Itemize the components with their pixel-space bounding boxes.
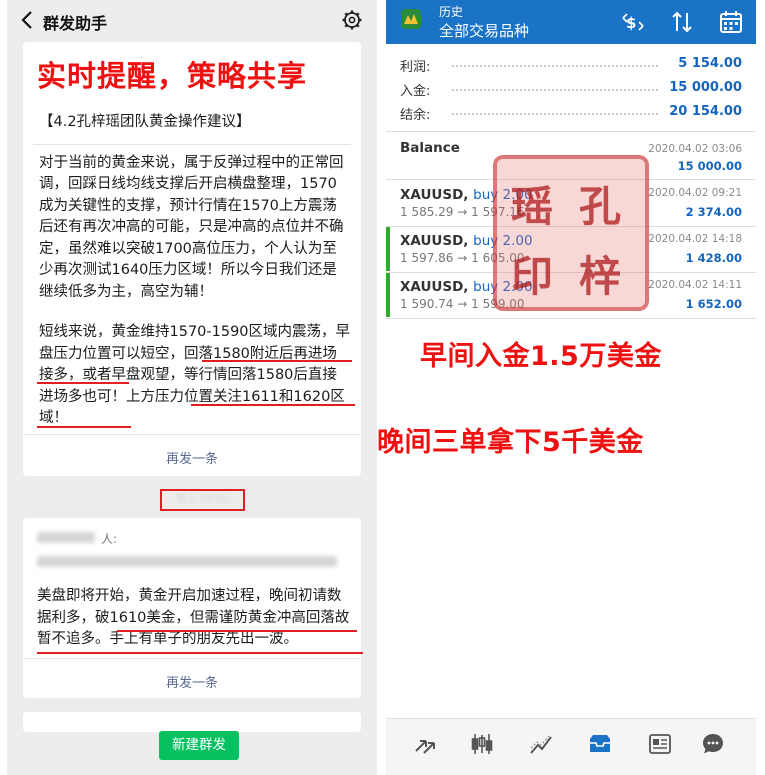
- blurred-recipients: [37, 556, 337, 567]
- promo-caption: 晚间三单拿下5千美金: [377, 427, 644, 458]
- message-card: [23, 712, 361, 732]
- message-body: 美盘即将开始，黄金开启加速过程，晚间初请数据利多，破1610美金，但需谨防黄金冲…: [37, 588, 350, 647]
- profit: 1 428.00: [685, 251, 742, 265]
- dotted-leader: [452, 89, 658, 91]
- message-body: 【4.2孔梓瑶团队黄金操作建议】 对于当前的黄金来说，属于反弹过程中的正常回调，…: [39, 112, 351, 449]
- summary-value: 5 154.00: [678, 56, 742, 71]
- seal-stamp: 孔 梓 瑶 印: [493, 155, 649, 311]
- message-title: 【4.2孔梓瑶团队黄金操作建议】: [39, 114, 251, 130]
- stamp-character: 瑶: [511, 182, 554, 231]
- divider: [386, 131, 756, 132]
- header-subtitle: 历史: [439, 5, 464, 19]
- metatrader-logo-icon[interactable]: [400, 8, 422, 30]
- amount: 15 000.00: [677, 159, 742, 173]
- calendar-icon[interactable]: [718, 9, 744, 35]
- time-label: 晚上 20:50: [176, 494, 229, 505]
- page-title: 群发助手: [43, 14, 108, 33]
- highlight-underline: [191, 404, 355, 406]
- time-separator: 晚上 20:50: [160, 489, 245, 511]
- bottom-nav: [386, 718, 756, 775]
- divider: [23, 434, 361, 435]
- highlight-underline: [117, 630, 357, 632]
- summary-label: 结余:: [400, 108, 431, 123]
- analytics-icon[interactable]: [528, 731, 554, 757]
- stamp-character: 印: [511, 252, 554, 301]
- trade-icon[interactable]: [412, 731, 438, 757]
- summary-row: 入金: 15 000.00: [400, 80, 742, 100]
- balance-label: Balance: [400, 140, 460, 156]
- sort-icon[interactable]: [669, 9, 695, 35]
- highlight-underline: [37, 382, 129, 384]
- profit: 1 652.00: [685, 297, 742, 311]
- timestamp: 2020.04.02 14:11: [648, 279, 742, 291]
- header-title[interactable]: 全部交易品种: [439, 20, 529, 41]
- summary-value: 20 154.00: [669, 104, 742, 119]
- message-paragraph: 对于当前的黄金来说，属于反弹过程中的正常回调，回踩日线均线支撑后开启横盘整理，1…: [39, 154, 344, 300]
- highlight-underline: [37, 652, 363, 654]
- gear-icon[interactable]: [341, 9, 363, 31]
- summary-row: 结余: 20 154.00: [400, 104, 742, 124]
- dotted-leader: [452, 113, 658, 115]
- news-icon[interactable]: [647, 731, 673, 757]
- message-card: 【4.2孔梓瑶团队黄金操作建议】 对于当前的黄金来说，属于反弹过程中的正常回调，…: [23, 42, 361, 476]
- timestamp: 2020.04.02 14:18: [648, 233, 742, 245]
- back-arrow-icon[interactable]: [17, 8, 39, 32]
- recipient-label: 人:: [101, 532, 118, 546]
- summary-label: 入金:: [400, 84, 431, 99]
- svg-text:$: $: [626, 14, 636, 32]
- wechat-broadcast-panel: 群发助手 【4.2孔梓瑶团队黄金操作建议】 对于当前的黄金来说，属于反弹过程中的…: [7, 0, 377, 775]
- promo-heading: 实时提醒，策略共享: [37, 59, 308, 93]
- dotted-leader: [452, 65, 658, 67]
- app-header: 历史 全部交易品种 $: [386, 0, 756, 44]
- stamp-character: 梓: [579, 252, 622, 301]
- header-bar: 群发助手: [7, 0, 377, 40]
- promo-caption: 早间入金1.5万美金: [420, 341, 662, 372]
- stamp-character: 孔: [579, 182, 622, 231]
- timestamp: 2020.04.02 09:21: [648, 187, 742, 199]
- summary-value: 15 000.00: [669, 80, 742, 95]
- profit: 2 374.00: [685, 205, 742, 219]
- symbol-text: XAUUSD,: [400, 279, 469, 295]
- message-card: 人: 美盘即将开始，黄金开启加速过程，晚间初请数据利多，破1610美金，但需谨防…: [23, 518, 361, 698]
- new-broadcast-button[interactable]: 新建群发: [159, 731, 239, 760]
- highlight-underline: [37, 426, 131, 428]
- summary-row: 利润: 5 154.00: [400, 56, 742, 76]
- chat-icon[interactable]: [700, 731, 726, 757]
- blurred-recipients: [37, 532, 95, 543]
- open-trade-marker: [386, 227, 390, 271]
- message-paragraph: 短线来说，黄金维持1570-1590区域内震荡，早盘压力位置可以短空，回落158…: [39, 324, 351, 426]
- open-trade-marker: [386, 273, 390, 317]
- mt4-history-panel: 历史 全部交易品种 $ 利润: 5 154.00 入金: 15 000.00 结…: [386, 0, 756, 775]
- divider: [23, 658, 361, 659]
- timestamp: 2020.04.02 03:06: [648, 143, 742, 155]
- resend-link[interactable]: 再发一条: [23, 448, 361, 467]
- currency-exchange-icon[interactable]: $: [620, 9, 646, 35]
- history-icon[interactable]: [587, 731, 613, 757]
- chart-icon[interactable]: [469, 731, 495, 757]
- symbol-text: XAUUSD,: [400, 233, 469, 249]
- summary-label: 利润:: [400, 60, 431, 75]
- resend-link[interactable]: 再发一条: [23, 672, 361, 691]
- divider: [386, 318, 756, 319]
- symbol-text: XAUUSD,: [400, 187, 469, 203]
- highlight-underline: [202, 360, 352, 362]
